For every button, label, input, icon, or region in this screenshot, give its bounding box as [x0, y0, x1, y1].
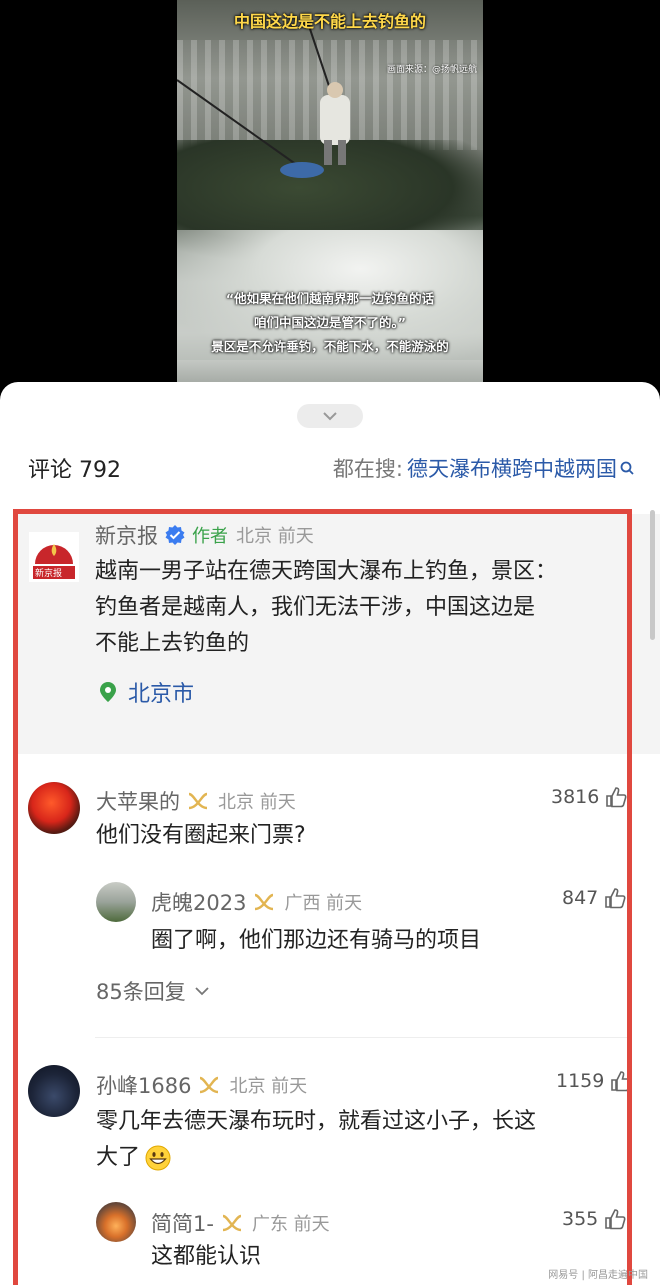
- video-source-label: 画面来源：@扬帆远航: [386, 65, 477, 75]
- comment-count: 评论 792: [28, 458, 121, 483]
- video-quote-line2: 咱们中国这边是管不了的。”: [254, 315, 406, 330]
- highlight-frame: [13, 509, 632, 1285]
- scrollbar[interactable]: [650, 510, 655, 640]
- video-title-overlay: 中国这边是不能上去钓鱼的: [233, 12, 426, 31]
- watermark: 网易号 | 阿昌走遍中国: [548, 1270, 648, 1281]
- trending-search[interactable]: 都在搜: 德天瀑布横跨中越两国: [333, 453, 634, 483]
- comments-sheet: 评论 792 都在搜: 德天瀑布横跨中越两国 新京报 新京报 作者 北京 前天 …: [0, 382, 660, 1285]
- video-player[interactable]: 中国这边是不能上去钓鱼的 画面来源：@扬帆远航 “他如果在他们越南界那一边钓鱼的…: [177, 0, 483, 392]
- comments-header: 评论 792 都在搜: 德天瀑布横跨中越两国: [28, 450, 634, 486]
- chevron-down-icon: [323, 412, 337, 421]
- trending-search-keyword[interactable]: 德天瀑布横跨中越两国: [407, 453, 617, 483]
- collapse-sheet-button[interactable]: [297, 404, 363, 428]
- fisherman-image: [177, 19, 350, 178]
- video-quote-line3: 景区是不允许垂钓，不能下水，不能游泳的: [211, 339, 449, 354]
- video-quote-line1: “他如果在他们越南界那一边钓鱼的话: [225, 291, 435, 306]
- search-icon: [620, 461, 634, 475]
- trending-search-prefix: 都在搜:: [332, 457, 403, 481]
